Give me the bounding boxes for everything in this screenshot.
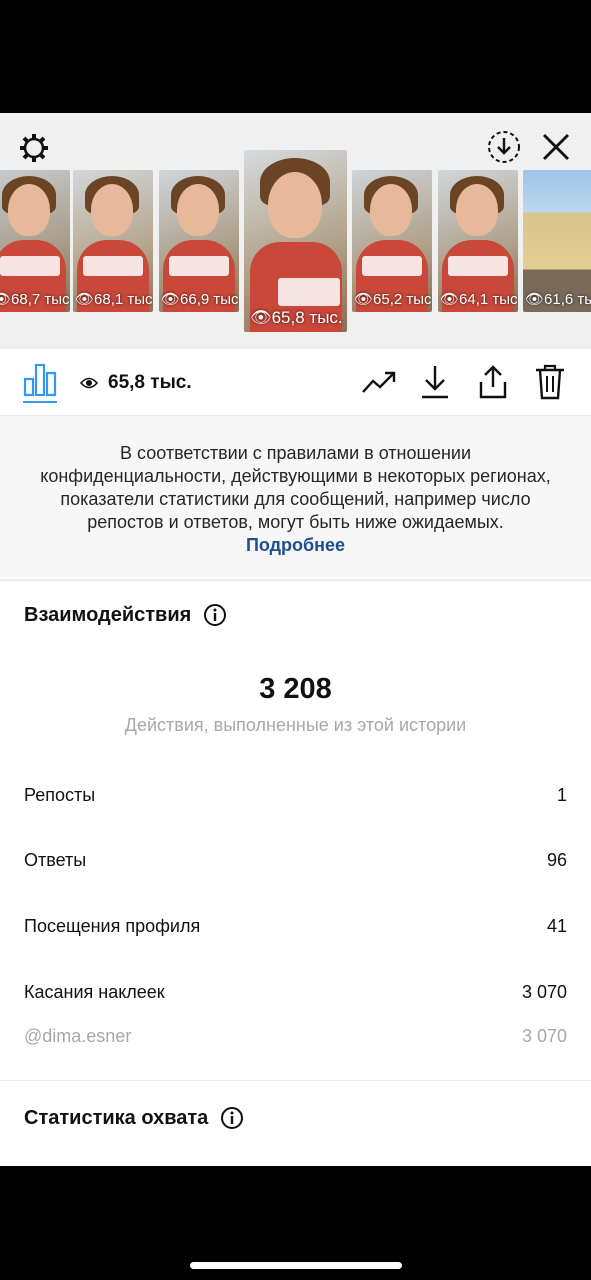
interactions-total: 3 208: [259, 673, 332, 705]
story-view-count: 👁68,7 тыс.: [0, 291, 70, 308]
home-indicator[interactable]: [190, 1262, 402, 1269]
stat-label: Касания наклеек: [24, 982, 165, 1002]
stat-value: 41: [546, 916, 567, 936]
stat-row-replies: Ответы 96: [24, 850, 567, 871]
close-icon[interactable]: [536, 127, 576, 167]
interactions-caption: Действия, выполненные из этой истории: [124, 715, 467, 735]
interactions-heading: Взаимодействия: [24, 603, 227, 627]
interactions-title: Взаимодействия: [24, 603, 192, 626]
story-thumbnail[interactable]: 👁61,6 тыс.: [523, 170, 591, 312]
story-thumbnail[interactable]: 👁68,7 тыс.: [0, 170, 70, 312]
story-thumbnail[interactable]: 👁64,1 тыс.: [438, 170, 518, 312]
insights-tab[interactable]: [20, 359, 60, 405]
stat-value: 1: [556, 785, 567, 805]
stat-value: 96: [546, 850, 567, 870]
story-view-count: 👁64,1 тыс.: [440, 291, 518, 308]
story-thumbnail[interactable]: 👁66,9 тыс.: [159, 170, 239, 312]
info-icon[interactable]: [203, 603, 227, 627]
download-circle-icon[interactable]: [484, 127, 524, 167]
reach-heading: Статистика охвата: [24, 1106, 244, 1130]
story-thumbnail[interactable]: 👁68,1 тыс.: [73, 170, 153, 312]
trending-icon[interactable]: [359, 362, 399, 402]
eye-icon: [80, 377, 98, 389]
mention-label: @dima.esner: [24, 1026, 132, 1046]
stat-row-profile-visits: Посещения профиля 41: [24, 916, 567, 937]
gear-icon[interactable]: [14, 128, 54, 168]
story-insights-sheet: 👁68,7 тыс. 👁68,1 тыс. 👁66,9 тыс. 👁65,8 т…: [0, 113, 591, 1166]
stat-row-reposts: Репосты 1: [24, 785, 567, 806]
story-thumbnail[interactable]: 👁65,2 тыс.: [352, 170, 432, 312]
learn-more-link[interactable]: Подробнее: [246, 535, 345, 555]
stat-row-sticker-taps: Касания наклеек 3 070: [24, 982, 567, 1003]
story-strip: 👁68,7 тыс. 👁68,1 тыс. 👁66,9 тыс. 👁65,8 т…: [0, 113, 591, 349]
story-view-count: 👁66,9 тыс.: [161, 291, 239, 308]
view-count: 65,8 тыс.: [80, 372, 192, 394]
stat-label: Репосты: [24, 785, 96, 805]
story-view-count: 👁65,2 тыс.: [354, 291, 432, 308]
status-bar-area: [0, 0, 591, 113]
share-icon[interactable]: [473, 362, 513, 402]
reach-title: Статистика охвата: [24, 1106, 209, 1129]
bar-chart-icon: [23, 363, 57, 397]
story-view-count: 👁61,6 тыс.: [525, 291, 591, 308]
story-view-count: 👁65,8 тыс.: [250, 308, 343, 327]
stat-label: Посещения профиля: [24, 916, 201, 936]
stat-row-mention-sticker[interactable]: @dima.esner 3 070: [24, 1026, 567, 1047]
download-icon[interactable]: [415, 362, 455, 402]
section-divider: [0, 1080, 591, 1081]
story-view-count: 👁68,1 тыс.: [75, 291, 153, 308]
mention-value: 3 070: [521, 1026, 567, 1046]
trash-icon[interactable]: [530, 362, 570, 402]
notice-text: В соответствии с правилами в отношении к…: [40, 443, 551, 532]
stat-label: Ответы: [24, 850, 87, 870]
selection-pointer: [283, 332, 311, 346]
story-thumbnail-selected[interactable]: 👁65,8 тыс.: [244, 150, 347, 332]
info-icon[interactable]: [220, 1106, 244, 1130]
stat-value: 3 070: [521, 982, 567, 1002]
active-tab-indicator: [23, 401, 57, 403]
view-count-value: 65,8 тыс.: [108, 372, 192, 393]
privacy-notice: В соответствии с правилами в отношении к…: [0, 416, 591, 581]
insights-toolbar: 65,8 тыс.: [0, 349, 591, 416]
